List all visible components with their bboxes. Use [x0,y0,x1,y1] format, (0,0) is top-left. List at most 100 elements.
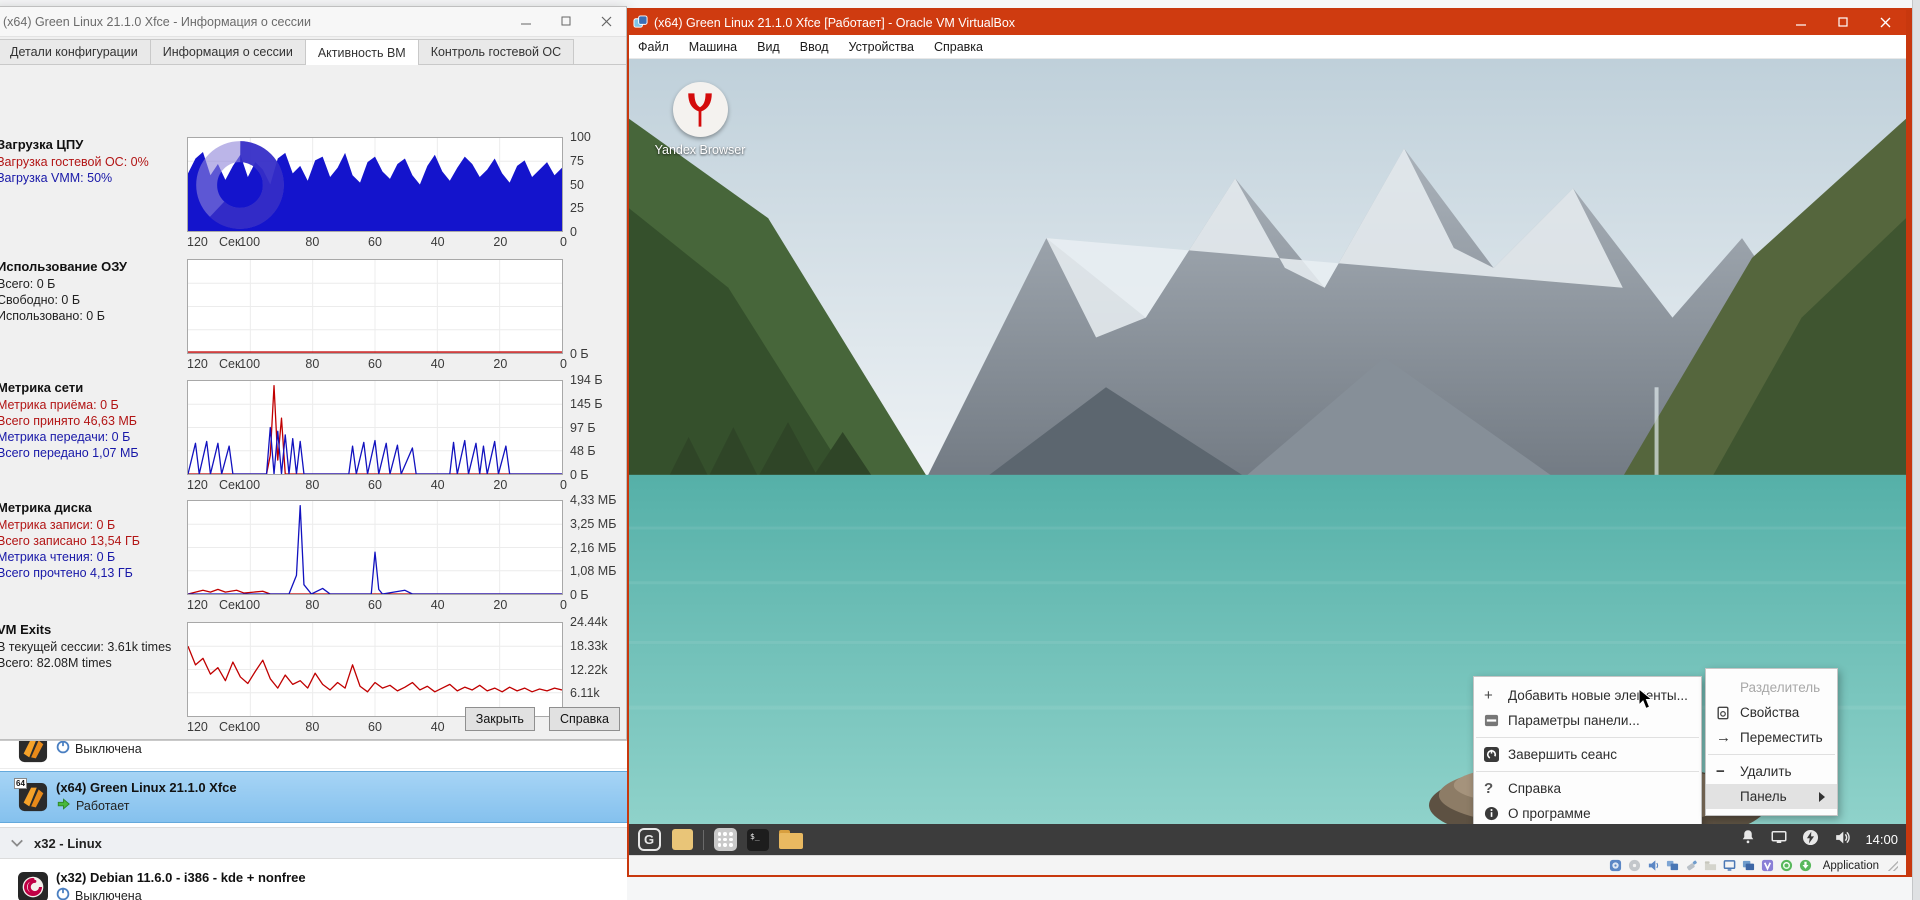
metric-section: Загрузка ЦПУ Загрузка гостевой ОС: 0% Загр… [0,137,185,186]
host-key-indicator: Application [1822,859,1879,872]
menu-input[interactable]: Ввод [800,40,829,54]
x-tick: 60 [368,478,382,492]
audio-status-icon[interactable] [1647,859,1661,873]
vm-list-item-debian[interactable]: (x32) Debian 11.6.0 - i386 - kde + nonfr… [0,861,627,900]
menu-item-panel-preferences[interactable]: Параметры панели... [1474,708,1701,733]
shared-folders-status-icon[interactable] [1704,859,1718,873]
tab-vm-activity[interactable]: Активность ВМ [304,39,419,65]
menu-item-log-out[interactable]: Завершить сеанс [1474,742,1701,767]
x-tick: 40 [430,478,445,492]
clock[interactable]: 14:00 [1865,832,1898,847]
powered-off-icon [56,887,70,900]
notifications-bell-icon[interactable] [1739,828,1757,851]
show-desktop-icon[interactable] [670,828,694,852]
x-axis: 120 100 80 60 40 20 0 Сек [187,357,567,377]
menu-item-help[interactable]: ? Справка [1474,776,1701,801]
chart-plot [187,380,563,475]
x-tick: 40 [430,235,445,249]
session-info-window: (x64) Green Linux 21.1.0 Xfce - Информац… [0,6,627,740]
menu-help[interactable]: Справка [934,40,983,54]
metric-line: В текущей сессии: 3.61k times [0,640,172,654]
display-settings-icon[interactable] [1770,828,1788,851]
resize-grip[interactable] [1888,860,1898,871]
menu-separator [1476,737,1699,738]
update-status-icon[interactable] [1799,859,1813,873]
minimize-button[interactable] [1780,10,1822,35]
session-window-titlebar[interactable]: (x64) Green Linux 21.1.0 Xfce - Информац… [0,7,626,37]
x-tick: 60 [368,357,382,371]
virtualbox-vm-window: (x64) Green Linux 21.1.0 Xfce [Работает]… [627,8,1912,877]
metric-line: Метрика передачи: 0 Б [0,430,131,444]
minimize-button[interactable] [506,7,546,36]
applications-menu-icon[interactable]: G [637,828,661,852]
x-tick: 120 [187,478,208,492]
session-tabs: Детали конфигурации Информация о сессии … [0,37,626,65]
vm-status: Выключена [75,741,142,756]
usb-status-icon[interactable] [1685,859,1699,873]
guest-desktop[interactable]: Yandex Browser + Добавить новые элементы… [629,59,1906,824]
vm-list-item-selected[interactable]: 64 (x64) Green Linux 21.1.0 Xfce Работае… [0,771,627,823]
y-tick: 4,33 МБ [570,493,617,507]
network-status-icon[interactable] [1666,859,1680,873]
menu-view[interactable]: Вид [757,40,780,54]
close-button[interactable] [1864,10,1906,35]
menu-item-add-new-items[interactable]: + Добавить новые элементы... [1474,683,1701,708]
submenu-item-move[interactable]: → Переместить [1706,725,1837,750]
app-grid-icon[interactable] [713,828,737,852]
menu-item-label: Панель [1740,789,1787,804]
metric-line: Метрика приёма: 0 Б [0,398,119,412]
x-tick: 80 [305,357,320,371]
x-tick: 100 [239,598,261,612]
mouse-integration-status-icon[interactable] [1780,859,1794,873]
x-tick: 20 [493,357,508,371]
features-status-icon[interactable] [1761,859,1775,873]
yandex-browser-icon [672,82,728,137]
metric-line: Загрузка VMM: 50% [0,171,113,185]
power-manager-icon[interactable] [1801,828,1820,852]
harddisk-status-icon[interactable] [1609,859,1623,873]
y-tick: 50 [570,177,584,192]
tab-configuration-details[interactable]: Детали конфигурации [0,39,151,64]
menu-file[interactable]: Файл [638,40,669,54]
desktop-icon-yandex-browser[interactable]: Yandex Browser [637,82,763,157]
recording-status-icon[interactable] [1742,859,1756,873]
optical-disc-status-icon[interactable] [1628,859,1642,873]
submenu-item-properties[interactable]: Свойства [1706,700,1837,725]
chart-plot [187,622,563,717]
terminal-icon[interactable]: $_ [746,828,770,852]
vm-window-titlebar[interactable]: (x64) Green Linux 21.1.0 Xfce [Работает]… [629,10,1906,35]
x-axis: 120 100 80 60 40 20 0 Сек [187,478,567,498]
menu-item-label: Добавить новые элементы... [1508,688,1688,703]
submenu-item-panel[interactable]: Панель [1706,784,1837,809]
file-manager-icon[interactable] [779,828,803,852]
xfce-panel[interactable]: G $_ 14:00 [629,824,1906,855]
session-window-title: (x64) Green Linux 21.1.0 Xfce - Информац… [3,14,311,29]
maximize-button[interactable] [546,7,586,36]
maximize-button[interactable] [1822,10,1864,35]
help-button[interactable]: Справка [548,707,620,731]
volume-icon[interactable] [1833,828,1852,852]
host-edge-scrollbar[interactable] [1912,0,1920,900]
tab-session-information[interactable]: Информация о сессии [149,39,306,64]
logout-icon [1484,747,1508,762]
vm-statusbar: Application [629,855,1906,875]
panel-submenu: Разделитель Свойства → Переместить − Уда… [1705,668,1838,816]
x-tick: 80 [305,235,320,249]
x-tick: 120 [187,720,208,734]
close-button[interactable] [586,7,626,36]
close-dialog-button[interactable]: Закрыть [464,707,535,731]
x-tick: 0 [560,598,567,612]
x-tick: 120 [187,235,208,249]
y-tick: 18.33k [570,638,608,653]
vm-group-x32-linux[interactable]: x32 - Linux [0,827,627,859]
menu-devices[interactable]: Устройства [849,40,914,54]
tab-guest-os-control[interactable]: Контроль гостевой ОС [417,39,575,64]
submenu-item-remove[interactable]: − Удалить [1706,759,1837,784]
chevron-down-icon [10,836,24,851]
menu-machine[interactable]: Машина [689,40,737,54]
display-status-icon[interactable] [1723,859,1737,873]
x-tick: 80 [305,720,320,734]
menu-item-about[interactable]: О программе [1474,801,1701,824]
vm-list-item-partial[interactable]: Выключена [0,741,627,769]
debian-vm-icon [18,872,48,900]
